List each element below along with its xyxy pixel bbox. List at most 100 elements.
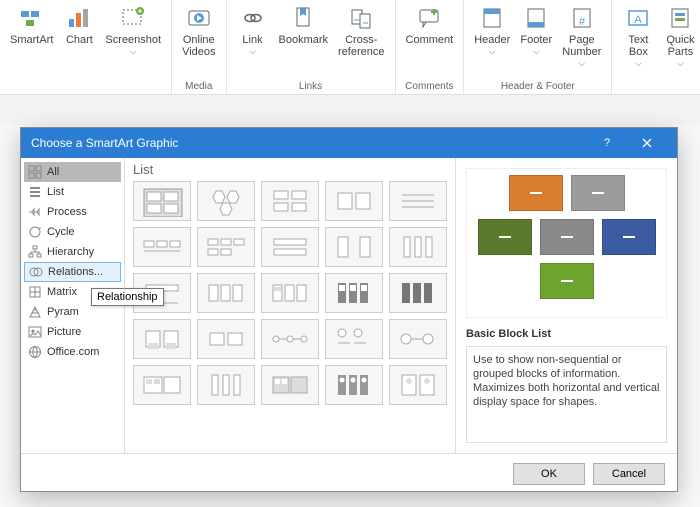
footer-button[interactable]: Footer [516, 2, 556, 72]
document-area [0, 95, 700, 125]
chart-icon [65, 4, 93, 32]
preview-block [478, 219, 532, 255]
group-label: Media [185, 81, 212, 92]
svg-text:A: A [635, 14, 643, 26]
text-box-button[interactable]: A Text Box [618, 2, 658, 72]
nav-label: Picture [47, 326, 81, 338]
relationship-icon [29, 265, 43, 279]
screenshot-icon [119, 4, 147, 32]
layout-thumb[interactable] [197, 273, 255, 313]
cancel-button[interactable]: Cancel [593, 463, 665, 485]
layout-thumb[interactable] [197, 319, 255, 359]
smartart-button[interactable]: SmartArt [6, 2, 57, 60]
matrix-icon [28, 285, 42, 299]
thumb-icon [204, 277, 248, 309]
close-button[interactable] [627, 128, 667, 158]
process-icon [28, 205, 42, 219]
nav-list[interactable]: List [24, 182, 121, 202]
cross-reference-button[interactable]: Cross- reference [334, 2, 388, 60]
header-icon [478, 4, 506, 32]
layout-thumb[interactable] [261, 319, 319, 359]
text-box-icon: A [624, 4, 652, 32]
layout-thumb[interactable] [389, 181, 447, 221]
page-number-icon: # [568, 4, 596, 32]
ribbon-label: Chart [66, 34, 93, 46]
ribbon-label: Text Box [628, 34, 648, 70]
ribbon-group: HeaderFooter#Page NumberHeader & Footer [464, 0, 612, 94]
comment-button[interactable]: Comment [402, 2, 458, 48]
smartart-dialog: Choose a SmartArt Graphic ? All ListProce… [20, 127, 678, 492]
ribbon-label: Bookmark [279, 34, 329, 46]
nav-label: Relations... [48, 266, 103, 278]
ribbon-label: SmartArt [10, 34, 53, 46]
thumb-icon [268, 323, 312, 355]
bookmark-button[interactable]: Bookmark [275, 2, 333, 60]
nav-officecom[interactable]: Office.com [24, 342, 121, 362]
preview-block [540, 263, 594, 299]
ribbon-label: Comment [406, 34, 454, 46]
layout-thumb[interactable] [133, 227, 191, 267]
layout-thumb[interactable] [133, 181, 191, 221]
layout-thumb[interactable] [325, 227, 383, 267]
header-button[interactable]: Header [470, 2, 514, 72]
all-icon [28, 165, 42, 179]
thumb-icon [396, 277, 440, 309]
nav-cycle[interactable]: Cycle [24, 222, 121, 242]
nav-relationship[interactable]: Relations... [24, 262, 121, 282]
quick-parts-button[interactable]: Quick Parts [660, 2, 700, 72]
layout-thumb[interactable] [261, 227, 319, 267]
dialog-titlebar: Choose a SmartArt Graphic ? [21, 128, 677, 158]
layout-thumb[interactable] [133, 365, 191, 405]
thumb-icon [332, 185, 376, 217]
preview-block [540, 219, 594, 255]
quick-parts-icon [666, 4, 694, 32]
preview-block [509, 175, 563, 211]
ribbon-label: Screenshot [105, 34, 161, 58]
thumb-icon [332, 323, 376, 355]
nav-label: All [47, 166, 59, 178]
thumb-icon [204, 369, 248, 401]
layout-thumb[interactable] [389, 227, 447, 267]
dialog-body: All ListProcess Cycle Hierarchy Relations...… [21, 158, 677, 453]
tooltip: Relationship [91, 288, 164, 306]
ok-button[interactable]: OK [513, 463, 585, 485]
online-videos-button[interactable]: Online Videos [178, 2, 219, 60]
layout-thumb[interactable] [197, 227, 255, 267]
layout-thumb[interactable] [261, 273, 319, 313]
layout-thumb[interactable] [389, 273, 447, 313]
thumb-icon [332, 277, 376, 309]
layout-thumb[interactable] [197, 365, 255, 405]
help-button[interactable]: ? [587, 128, 627, 158]
ribbon-group: Comment Comments [396, 0, 465, 94]
layout-thumb[interactable] [197, 181, 255, 221]
layout-thumb[interactable] [325, 273, 383, 313]
comment-icon [415, 4, 443, 32]
layout-thumb[interactable] [325, 181, 383, 221]
nav-label: Matrix [47, 286, 77, 298]
page-number-button[interactable]: #Page Number [558, 2, 605, 72]
chart-button[interactable]: Chart [59, 2, 99, 60]
link-button[interactable]: Link [233, 2, 273, 60]
nav-hierarchy[interactable]: Hierarchy [24, 242, 121, 262]
hierarchy-icon [28, 245, 42, 259]
smartart-icon [18, 4, 46, 32]
nav-picture[interactable]: Picture [24, 322, 121, 342]
layout-thumb[interactable] [325, 365, 383, 405]
nav-label: Cycle [47, 226, 75, 238]
ribbon-label: Cross- reference [338, 34, 384, 58]
layout-thumb[interactable] [389, 365, 447, 405]
layout-thumb[interactable] [325, 319, 383, 359]
nav-process[interactable]: Process [24, 202, 121, 222]
layout-thumb[interactable] [261, 181, 319, 221]
layout-thumb[interactable] [133, 319, 191, 359]
nav-label: Office.com [47, 346, 99, 358]
nav-all[interactable]: All [24, 162, 121, 182]
thumb-icon [204, 323, 248, 355]
layout-thumb[interactable] [261, 365, 319, 405]
layout-thumb[interactable] [389, 319, 447, 359]
ribbon-group: Online Videos Media [172, 0, 226, 94]
preview-pane: Basic Block List Use to show non-sequent… [455, 158, 677, 453]
thumb-icon [396, 323, 440, 355]
screenshot-button[interactable]: Screenshot [101, 2, 165, 60]
group-label: Comments [405, 81, 453, 92]
